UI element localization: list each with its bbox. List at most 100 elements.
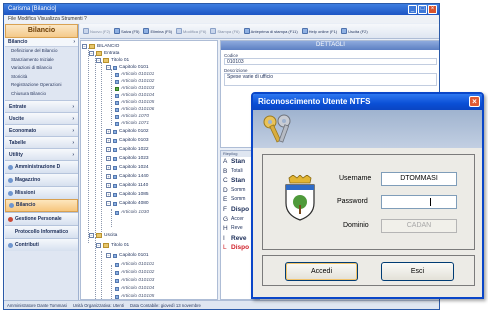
budget-icon — [9, 203, 14, 208]
tree-node-titolo[interactable]: − Titolo 01 — [96, 242, 129, 249]
tree-node-articolo[interactable]: Articolo 1070 — [115, 113, 149, 120]
warehouse-icon — [8, 177, 13, 183]
row-letter: C — [223, 177, 228, 185]
print-preview-button[interactable]: Anteprima di stampa (F11) — [243, 28, 298, 34]
exit-dialog-button[interactable]: Esci — [381, 262, 454, 281]
tree-node-capitolo[interactable]: − Capitolo 0101 — [106, 252, 149, 259]
chevron-right-icon: › — [72, 128, 74, 134]
tree-label: Capitolo 0101 — [119, 65, 149, 70]
article-icon — [115, 278, 119, 283]
menu-bar[interactable]: File Modifica Visualizza Strumenti ? — [4, 15, 439, 23]
collapse-icon: − — [106, 65, 111, 70]
tree-label: Articolo 010101 — [121, 262, 155, 267]
expand-icon: + — [106, 174, 111, 179]
tree-node-articolo[interactable]: Articolo 010101 — [115, 71, 154, 78]
tree-node-articolo[interactable]: Articolo 1030 — [115, 209, 149, 216]
window-title: Carisma [Bilancio] — [8, 6, 57, 12]
expand-icon: + — [106, 165, 111, 170]
codice-field[interactable]: 010103 — [224, 58, 437, 65]
tree-node-articolo[interactable]: Articolo 010105 — [115, 99, 154, 106]
help-icon — [301, 28, 308, 34]
maximize-button[interactable]: □ — [418, 5, 427, 14]
tree-node-capitolo[interactable]: + Capitolo 0102 — [106, 128, 149, 135]
sidebar-section-entrate[interactable]: Entrate › — [5, 100, 78, 112]
dialog-close-button[interactable]: × — [469, 96, 480, 107]
collapse-icon: − — [89, 233, 94, 238]
tree-node-articolo[interactable]: Articolo 010106 — [115, 106, 154, 113]
login-button[interactable]: Accedi — [285, 262, 358, 281]
expand-icon: + — [106, 192, 111, 197]
close-window-button[interactable]: × — [428, 5, 437, 14]
help-button[interactable]: Help online (F1) — [301, 28, 337, 34]
minimize-button[interactable]: _ — [408, 5, 417, 14]
sidebar-section-uscite[interactable]: Uscite › — [5, 112, 78, 124]
tree-node-entrata[interactable]: − Entrata — [89, 50, 119, 57]
tree-node-root[interactable]: − BILANCIO — [82, 43, 119, 50]
tree-node-articolo[interactable]: Articolo 010105 — [115, 293, 154, 299]
sidebar-sub-item[interactable]: Variazioni di Bilancio — [5, 64, 78, 73]
descrizione-field[interactable]: Spese varie di ufficio — [224, 73, 437, 86]
sidebar-sub-item[interactable]: Stanziamento Iniziale — [5, 56, 78, 65]
article-icon — [115, 286, 119, 291]
nav-missioni[interactable]: Missioni — [5, 186, 78, 199]
tree-node-articolo[interactable]: Articolo 010102 — [115, 269, 154, 276]
chapter-icon — [113, 201, 117, 206]
tree-node-capitolo[interactable]: + Capitolo 1440 — [106, 173, 149, 180]
text-caret — [430, 198, 431, 206]
section-label: Tabelle — [9, 140, 26, 146]
tree-node-articolo[interactable]: Articolo 010104 — [115, 285, 154, 292]
print-button[interactable]: Stampa (F6) — [210, 28, 240, 34]
nav-bilancio[interactable]: Bilancio — [5, 199, 78, 212]
row-text: Accer — [231, 215, 244, 222]
tree-node-capitolo[interactable]: + Capitolo 1024 — [106, 164, 149, 171]
sidebar-group-bilancio[interactable]: Bilancio › — [5, 38, 78, 47]
sidebar-section-tabelle[interactable]: Tabelle › — [5, 136, 78, 148]
tree-node-articolo[interactable]: Articolo 010104 — [115, 92, 154, 99]
sidebar-sub-item[interactable]: Storicità — [5, 73, 78, 82]
exit-button[interactable]: Uscita (F2) — [341, 28, 368, 34]
personnel-icon — [8, 216, 13, 222]
tree-node-capitolo[interactable]: + Capitolo 0103 — [106, 137, 149, 144]
budget-tree[interactable]: − BILANCIO − Entrata − Titolo 01 − Capitolo … — [80, 40, 218, 300]
tree-node-capitolo[interactable]: − Capitolo 4080 — [106, 200, 149, 207]
tree-node-capitolo[interactable]: + Capitolo 1023 — [106, 155, 149, 162]
save-button[interactable]: Salva (F5) — [114, 28, 139, 34]
article-icon — [115, 79, 119, 84]
sidebar-sub-item[interactable]: Definizione del Bilancio — [5, 47, 78, 56]
tree-node-capitolo[interactable]: + Capitolo 1022 — [106, 146, 149, 153]
row-letter: E — [223, 196, 228, 204]
row-letter: F — [223, 205, 227, 213]
tree-node-capitolo[interactable]: + Capitolo 1140 — [106, 182, 148, 189]
nav-gestione-personale[interactable]: Gestione Personale — [5, 212, 78, 225]
tree-node-articolo[interactable]: Articolo 010103 — [115, 277, 154, 284]
delete-button[interactable]: Elimina (F5) — [143, 28, 172, 34]
dialog-title: Riconoscimento Utente NTFS — [258, 97, 371, 106]
nav-amministrazione[interactable]: Amministrazione D — [5, 160, 78, 173]
password-input[interactable] — [381, 195, 457, 209]
nav-contributi[interactable]: Contributi — [5, 238, 78, 251]
dialog-title-bar[interactable]: Riconoscimento Utente NTFS × — [253, 94, 482, 110]
article-icon — [115, 262, 119, 267]
row-letter: B — [223, 167, 228, 175]
edit-button[interactable]: Modifica (F6) — [176, 28, 206, 34]
username-input[interactable]: DTOMMASI — [381, 172, 457, 186]
tree-node-articolo[interactable]: Articolo 010101 — [115, 261, 154, 268]
nav-magazzino[interactable]: Magazzino — [5, 173, 78, 186]
tree-node-articolo[interactable]: Articolo 010102 — [115, 78, 154, 85]
new-button[interactable]: Nuovo (F2) — [83, 28, 110, 34]
tree-node-articolo-selected[interactable]: Articolo 010103 — [115, 85, 154, 92]
tree-node-capitolo[interactable]: + Capitolo 1085 — [106, 191, 149, 198]
section-label: Utility — [9, 152, 23, 158]
sidebar-sub-item[interactable]: Chiusura Bilancio — [5, 90, 78, 99]
sidebar-section-economato[interactable]: Economato › — [5, 124, 78, 136]
chapter-icon — [113, 147, 117, 152]
sidebar-sub-item[interactable]: Registrazione Operazioni — [5, 81, 78, 90]
tree-label: Articolo 010101 — [121, 72, 155, 77]
tree-node-uscita[interactable]: − Uscita — [89, 232, 117, 239]
row-text: Reve — [231, 234, 247, 242]
nav-protocollo[interactable]: Protocollo Informatico — [5, 225, 78, 238]
tree-node-articolo[interactable]: Articolo 1071 — [115, 120, 149, 127]
sidebar-section-utility[interactable]: Utility › — [5, 148, 78, 160]
tree-node-titolo[interactable]: − Titolo 01 — [96, 57, 129, 64]
tree-node-capitolo[interactable]: − Capitolo 0101 — [106, 64, 149, 71]
